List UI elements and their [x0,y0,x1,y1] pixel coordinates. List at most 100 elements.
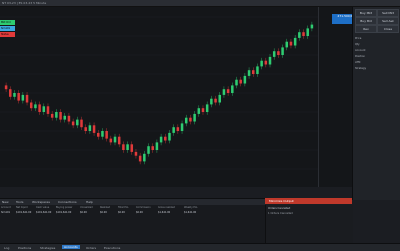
status-executions[interactable]: Executions [104,246,120,250]
candle [201,108,205,112]
grid-cell: $1,641.00 [158,211,171,214]
candle [117,136,121,145]
candle [109,138,113,143]
grid-cell: Sim101 [1,211,11,214]
candle [9,89,12,97]
candle [298,32,301,38]
candle [293,37,297,46]
grid-header: Account [1,206,11,209]
sell-mkt-button[interactable]: Sell Mkt [377,9,399,17]
candle [268,56,272,65]
grid-cell: $1,641.00 [184,211,197,214]
candle [302,32,305,36]
row-qty: Qty [355,43,360,46]
candle [277,51,280,55]
candle [134,151,138,156]
candle [126,144,129,150]
grid-cell: $101,641.00 [56,211,72,214]
grid-header: Net liquid [16,206,28,209]
candle [42,106,46,112]
candle [214,98,217,103]
candle [193,113,196,122]
candle [252,70,255,74]
candle [176,127,180,131]
order-output-panel: Orders Cancelled 1 Orders Cancelled [265,205,353,243]
row-account: Account [355,49,366,52]
candle [247,70,251,76]
title-text: NT 03-23 | ES 03-23 5 Minute [2,1,47,5]
tag-status: Status [0,32,15,37]
candle [92,125,96,133]
order-line: 1 Orders Cancelled [268,212,293,215]
candle [143,153,146,162]
status-accounts[interactable]: Accounts [62,245,80,249]
candle [306,28,309,36]
candle [184,117,188,124]
candle [281,47,284,55]
candle [17,93,20,101]
candle [50,113,54,118]
candle [272,51,276,57]
candle [222,89,226,95]
candle [25,94,29,103]
grid-cell: $0.00 [100,211,107,214]
status-positions[interactable]: Positions [18,246,31,250]
row-position: Position [355,55,366,58]
chart-area[interactable] [0,7,352,187]
close-button[interactable]: Close [377,25,399,33]
candle [113,136,117,143]
grid-header: Commission [136,206,151,209]
candle [46,106,50,114]
status-orders[interactable]: Orders [86,246,96,250]
menu-connections[interactable]: Connections [58,200,77,204]
menu-new[interactable]: New [2,200,9,204]
tag-sim: Sim101 [0,26,15,31]
reverse-button[interactable]: Rev [355,25,377,33]
buy-mkt-button[interactable]: Buy Mkt [355,9,377,17]
grid-header: Unrealized [80,206,93,209]
grid-cell: $101,641.00 [36,211,52,214]
candle [38,104,41,112]
candle [239,79,242,84]
candle [13,93,16,97]
grid-header: Buying power [56,206,73,209]
candle [105,131,108,139]
grid-cell: $101,641.00 [16,211,32,214]
candle [231,85,234,93]
candle [97,132,100,137]
menu-help[interactable]: Help [86,200,93,204]
candle [67,115,71,122]
candlestick-chart[interactable] [0,7,318,187]
grid-header: Realized [100,206,111,209]
candle [76,119,79,126]
candle [122,144,125,150]
candle [310,24,314,29]
candle [289,41,293,46]
status-log[interactable]: Log [4,246,9,250]
candle [101,131,104,137]
candle [151,146,154,150]
menu-workspaces[interactable]: Workspaces [32,200,50,204]
grid-header: Weekly PnL [184,206,198,209]
grid-header: Cash value [36,206,50,209]
candle [155,142,159,150]
candle [260,60,263,67]
grid-header: Gross realized [158,206,175,209]
control-center-menu: New Tools Workspaces Connections Help [0,198,265,205]
buy-bid-button[interactable]: Buy Bid [355,17,377,25]
sell-ask-button[interactable]: Sell Ask [377,17,399,25]
candle [205,104,209,112]
candle [34,104,37,109]
grid-header: Total PnL [118,206,129,209]
output-tab-label: Minimize Output [269,199,294,203]
menu-tools[interactable]: Tools [16,200,23,204]
candle [172,127,175,133]
candle [189,117,192,122]
candle [285,41,289,48]
candle [63,115,66,120]
grid-cell: $0.00 [118,211,125,214]
price-axis[interactable] [318,7,353,187]
status-strategies[interactable]: Strategies [40,246,55,250]
output-tab[interactable]: Minimize Output [265,198,352,204]
candle [84,127,87,131]
